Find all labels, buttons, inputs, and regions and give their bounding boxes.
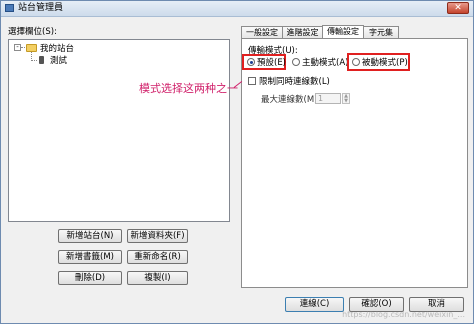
app-icon bbox=[5, 4, 14, 12]
spinner-arrows-icon[interactable]: ▲ ▼ bbox=[342, 93, 350, 104]
collapse-icon[interactable]: - bbox=[14, 44, 21, 51]
new-site-button[interactable]: 新增站台(N) bbox=[58, 229, 122, 243]
radio-passive-mode-label: 被動模式(P) bbox=[362, 58, 408, 68]
rename-button[interactable]: 重新命名(R) bbox=[127, 250, 188, 264]
radio-passive-mode[interactable] bbox=[352, 58, 360, 66]
folder-icon bbox=[26, 44, 37, 52]
site-tree[interactable]: - 我的站台 測試 bbox=[8, 39, 230, 222]
close-button[interactable]: ✕ bbox=[447, 2, 469, 14]
limit-connections-checkbox[interactable] bbox=[248, 77, 256, 85]
max-connections-input[interactable]: 1 bbox=[315, 93, 341, 104]
window-title: 站台管理員 bbox=[18, 3, 64, 13]
copy-button[interactable]: 複製(I) bbox=[127, 271, 188, 285]
tree-connector bbox=[21, 47, 25, 48]
limit-connections-label: 限制同時連線數(L) bbox=[259, 77, 330, 87]
watermark: https://blog.csdn.net/weixin_... bbox=[342, 310, 465, 319]
title-bar: 站台管理員 ✕ bbox=[1, 1, 473, 17]
tab-transfer[interactable]: 傳輸設定 bbox=[322, 25, 364, 39]
radio-default-label: 預設(E) bbox=[257, 58, 287, 68]
delete-button[interactable]: 刪除(D) bbox=[58, 271, 122, 285]
tree-node-test[interactable]: 測試 bbox=[50, 54, 67, 66]
new-folder-button[interactable]: 新增資料夾(F) bbox=[127, 229, 188, 243]
annotation-text: 模式选择这两种之一 bbox=[139, 82, 238, 95]
server-icon bbox=[39, 56, 44, 64]
tree-connector bbox=[31, 60, 37, 61]
select-entry-label: 選擇欄位(S): bbox=[8, 27, 57, 37]
site-manager-window: 站台管理員 ✕ 選擇欄位(S): - 我的站台 測試 新增站台(N) 新增資料夾… bbox=[0, 0, 474, 324]
connect-button[interactable]: 連線(C) bbox=[285, 297, 344, 312]
new-bookmark-button[interactable]: 新增書籤(M) bbox=[58, 250, 122, 264]
tree-node-my-sites[interactable]: 我的站台 bbox=[40, 42, 74, 54]
radio-active-mode[interactable] bbox=[292, 58, 300, 66]
radio-default[interactable] bbox=[247, 58, 255, 66]
radio-active-mode-label: 主動模式(A) bbox=[302, 58, 349, 68]
max-connections-label: 最大連線數(M): bbox=[261, 95, 321, 105]
